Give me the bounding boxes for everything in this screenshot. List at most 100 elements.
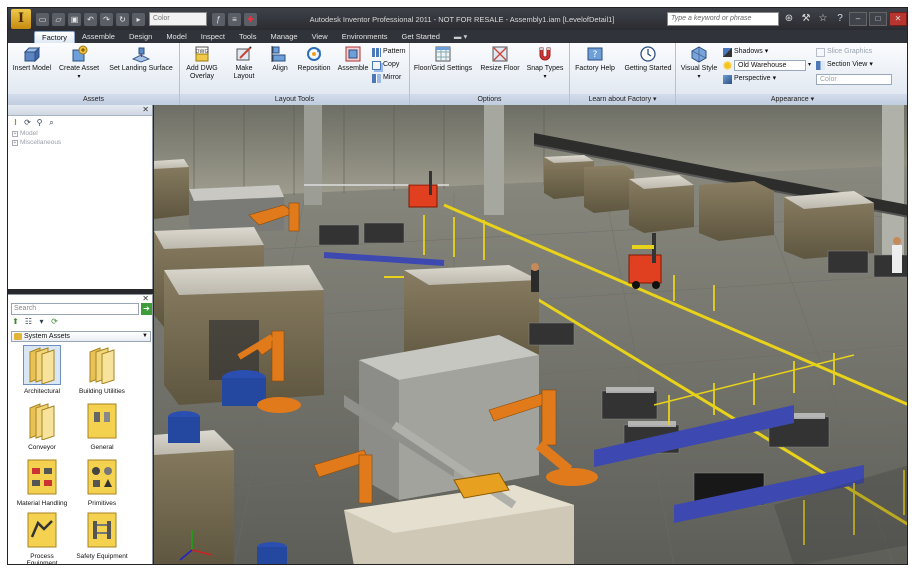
getting-started-button[interactable]: Getting Started [622, 45, 674, 73]
dropdown-icon[interactable]: ▾ [37, 317, 46, 326]
tab-get-started[interactable]: Get Started [395, 31, 447, 43]
up-folder-icon[interactable]: ⬆ [11, 317, 20, 326]
tab-view[interactable]: View [305, 31, 335, 43]
window-title: Autodesk Inventor Professional 2011 - NO… [309, 14, 615, 24]
perspective-button[interactable]: Perspective ▾ [723, 74, 776, 84]
close-icon[interactable]: ✕ [142, 105, 149, 114]
redo-icon[interactable]: ↷ [100, 12, 113, 26]
inventor-browser-icon[interactable]: I [11, 118, 20, 127]
new-icon[interactable]: ▭ [36, 12, 49, 26]
align-label: Align [272, 65, 288, 72]
insert-model-button[interactable]: Insert Model [12, 45, 52, 73]
refresh-icon[interactable]: ⟳ [50, 317, 59, 326]
binoculars-icon[interactable]: ⊛ [782, 12, 796, 26]
graphics-viewport[interactable] [154, 105, 907, 564]
select-icon[interactable]: ▸ [132, 12, 145, 26]
asset-material-handling[interactable]: Material Handling [14, 458, 70, 512]
close-icon[interactable]: ✕ [142, 294, 149, 303]
tab-inspect[interactable]: Inspect [194, 31, 232, 43]
mirror-button[interactable]: Mirror [372, 73, 401, 83]
color-select-value: Color [816, 73, 892, 85]
minimize-button[interactable]: – [849, 12, 867, 26]
asset-general[interactable]: General [74, 402, 130, 456]
make-layout-button[interactable]: Make Layout [224, 45, 264, 81]
keyword-search-input[interactable]: Type a keyword or phrase [667, 12, 779, 26]
asset-label: Conveyor [28, 444, 56, 451]
view-list-icon[interactable]: ☷ [24, 317, 33, 326]
undo-icon[interactable]: ↶ [84, 12, 97, 26]
formula-icon[interactable]: ƒ [212, 12, 225, 26]
reposition-button[interactable]: Reposition [295, 45, 333, 73]
create-asset-button[interactable]: Create Asset ▾ [57, 45, 101, 81]
update-icon[interactable]: ↻ [116, 12, 129, 26]
dwg-overlay-icon: DWG [195, 46, 209, 62]
tab-design[interactable]: Design [122, 31, 159, 43]
refresh-icon[interactable]: ⟳ [23, 118, 32, 127]
asset-process-equipment[interactable]: Process Equipment [14, 511, 70, 565]
search-icon[interactable]: ⌕ [47, 118, 56, 127]
tab-tools[interactable]: Tools [232, 31, 264, 43]
open-icon[interactable]: ▱ [52, 12, 65, 26]
lines-icon[interactable]: ≡ [228, 12, 241, 26]
asset-building-utilities[interactable]: Building Utilities [74, 346, 130, 400]
ribbon: Insert Model Create Asset ▾ Set Landing … [8, 43, 907, 105]
color-override-select[interactable]: Color [149, 12, 207, 26]
tab-model[interactable]: Model [159, 31, 193, 43]
pattern-button[interactable]: Pattern [372, 47, 406, 57]
tab-manage[interactable]: Manage [263, 31, 304, 43]
appearance-panel: Visual Style ▾ Shadows ▾ Old Warehouse ▾… [676, 43, 907, 105]
lighting-style-select[interactable]: Old Warehouse ▾ [723, 59, 811, 71]
learn-panel-title[interactable]: Learn about Factory ▾ [570, 94, 675, 105]
expand-icon[interactable]: + [12, 139, 18, 146]
asset-primitives[interactable]: Primitives [74, 458, 130, 512]
resize-floor-button[interactable]: Resize Floor [478, 45, 522, 73]
asset-architectural[interactable]: Architectural [14, 345, 70, 400]
asset-label: Architectural [23, 388, 61, 395]
application-menu-button[interactable]: I [11, 9, 31, 29]
ribbon-display-toggle[interactable]: ▬ ▾ [447, 31, 474, 43]
add-dwg-label-line1: Add DWG [186, 65, 218, 72]
tab-factory[interactable]: Factory [34, 31, 76, 43]
asset-label: Safety Equipment [76, 553, 128, 560]
section-view-button[interactable]: Section View ▾ [816, 60, 873, 70]
measure-icon[interactable]: ✚ [244, 12, 257, 26]
color-select[interactable]: Color [816, 73, 892, 85]
asset-conveyor[interactable]: Conveyor [14, 402, 70, 456]
slice-graphics-button[interactable]: Slice Graphics [816, 47, 872, 57]
maximize-button[interactable]: □ [869, 12, 887, 26]
save-icon[interactable]: ▣ [68, 12, 81, 26]
star-icon[interactable]: ☆ [816, 12, 830, 26]
close-button[interactable]: ✕ [889, 12, 907, 26]
appearance-panel-title[interactable]: Appearance ▾ [676, 94, 907, 105]
tools-icon[interactable]: ⚒ [799, 12, 813, 26]
pattern-label: Pattern [383, 48, 406, 55]
align-button[interactable]: Align [268, 45, 292, 73]
layout-tools-panel: DWG Add DWG Overlay Make Layout Align Re… [180, 43, 410, 105]
snap-types-button[interactable]: Snap Types ▾ [524, 45, 566, 81]
set-landing-surface-button[interactable]: Set Landing Surface [104, 45, 178, 73]
asset-search-input[interactable]: Search [11, 303, 139, 315]
asset-folder-select[interactable]: System Assets ▼ [11, 331, 151, 342]
search-go-button[interactable]: ➔ [141, 303, 152, 315]
expand-icon[interactable]: + [12, 130, 18, 137]
tab-environments[interactable]: Environments [335, 31, 395, 43]
help-icon[interactable]: ? [833, 12, 847, 26]
tree-item-model[interactable]: + Model [12, 130, 38, 137]
assemble-button[interactable]: Assemble [335, 45, 371, 73]
landing-surface-icon [132, 47, 150, 63]
visual-style-button[interactable]: Visual Style ▾ [679, 45, 719, 81]
asset-label: Process Equipment [26, 553, 58, 565]
shadows-button[interactable]: Shadows ▾ [723, 47, 768, 57]
filter-icon[interactable]: ⚲ [35, 118, 44, 127]
factory-help-button[interactable]: ? Factory Help [572, 45, 618, 73]
floor-grid-settings-button[interactable]: Floor/Grid Settings [412, 45, 474, 73]
learn-panel: ? Factory Help Getting Started Learn abo… [570, 43, 676, 105]
tree-item-miscellaneous[interactable]: + Miscellaneous [12, 139, 61, 146]
set-landing-surface-label: Set Landing Surface [109, 65, 173, 72]
copy-button[interactable]: Copy [372, 60, 399, 70]
asset-safety-equipment[interactable]: Safety Equipment [74, 511, 130, 564]
folder-icon [29, 403, 55, 441]
add-dwg-overlay-button[interactable]: DWG Add DWG Overlay [184, 45, 220, 81]
tree-item-model-label: Model [20, 130, 38, 137]
tab-assemble[interactable]: Assemble [75, 31, 122, 43]
